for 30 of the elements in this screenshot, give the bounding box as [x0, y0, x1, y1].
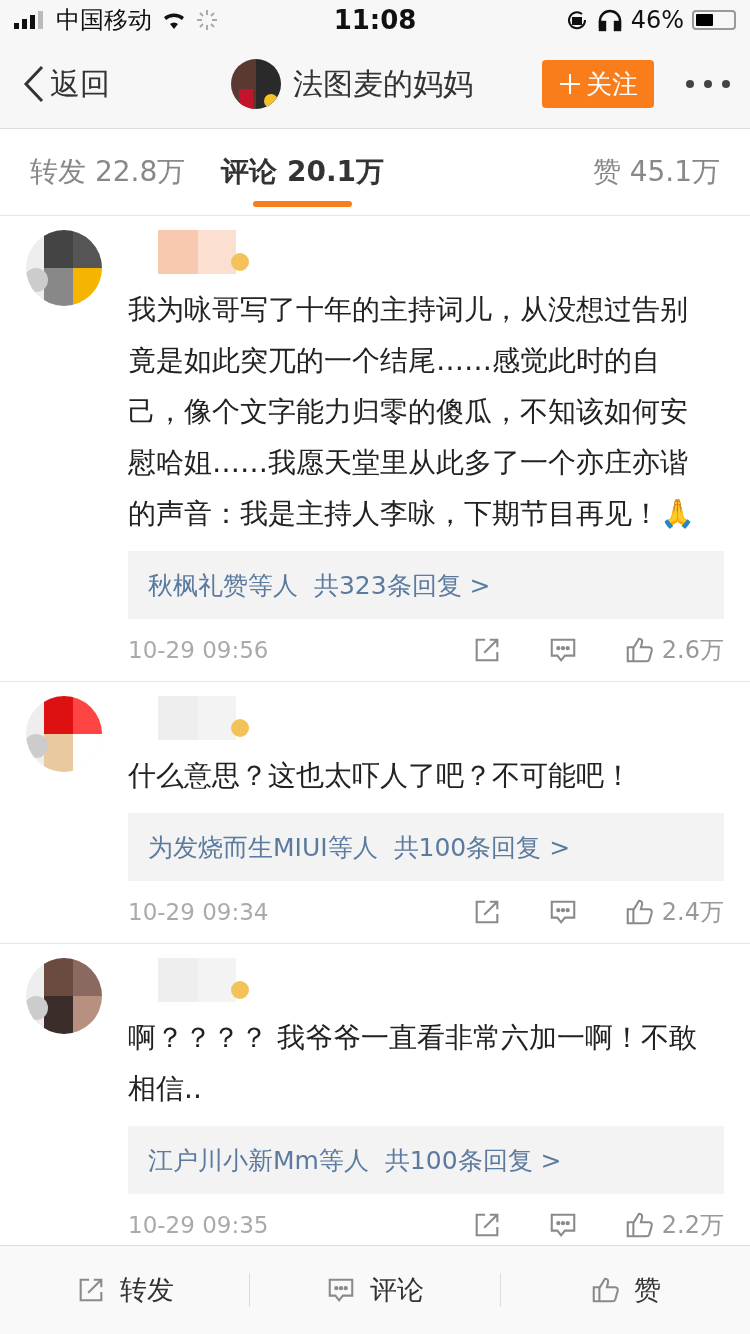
- comment-text: 我为咏哥写了十年的主持词儿，从没想过告别竟是如此突兀的一个结尾……感觉此时的自己，像个文字能力归零的傻瓜，不知该如何安慰哈姐……我愿天堂里从此多了一个亦庄亦谐的声音：我是主持人李咏，下期节目再见！🙏: [128, 292, 696, 532]
- bottom-action-button[interactable]: 赞: [500, 1246, 750, 1334]
- comment-text: 啊？？？？ 我爷爷一直看非常六加一啊！不敢相信..: [128, 1020, 698, 1107]
- more-icon[interactable]: [684, 78, 732, 90]
- page-title: 法图麦的妈妈: [293, 64, 473, 103]
- loading-icon: [196, 9, 218, 31]
- comment-time: 10-29 09:35: [128, 1212, 270, 1238]
- follow-button[interactable]: 关注: [542, 60, 654, 108]
- battery-icon: [692, 10, 736, 30]
- bottom-action-button[interactable]: 转发: [0, 1246, 250, 1334]
- headphones-icon: [596, 8, 623, 32]
- like-count: 2.2万: [661, 1210, 724, 1241]
- replies-link[interactable]: 为发烧而生MIUI等人 共100条回复 >: [128, 813, 724, 881]
- bottom-action-button[interactable]: 评论: [250, 1246, 500, 1334]
- comment-text: 什么意思？这也太吓人了吧？不可能吧！: [128, 758, 633, 794]
- battery-percent: 46%: [630, 6, 684, 34]
- tab[interactable]: 转发 22.8万: [30, 129, 186, 215]
- chevron-left-icon: [22, 64, 46, 104]
- back-button[interactable]: 返回: [22, 63, 110, 105]
- tab[interactable]: 赞 45.1万: [592, 129, 720, 215]
- clock-time: 11:08: [333, 5, 417, 35]
- tab[interactable]: 评论 20.1万: [221, 129, 385, 215]
- comment-time: 10-29 09:56: [128, 637, 270, 663]
- like-count: 2.4万: [661, 897, 724, 928]
- replies-link[interactable]: 江户川小新Mm等人 共100条回复 >: [128, 1126, 724, 1194]
- comment-time: 10-29 09:34: [128, 899, 270, 925]
- plus-icon: [558, 72, 582, 96]
- carrier-name: 中国移动: [56, 5, 152, 36]
- replies-link[interactable]: 秋枫礼赞等人 共323条回复 >: [128, 551, 724, 619]
- like-count: 2.6万: [661, 635, 724, 666]
